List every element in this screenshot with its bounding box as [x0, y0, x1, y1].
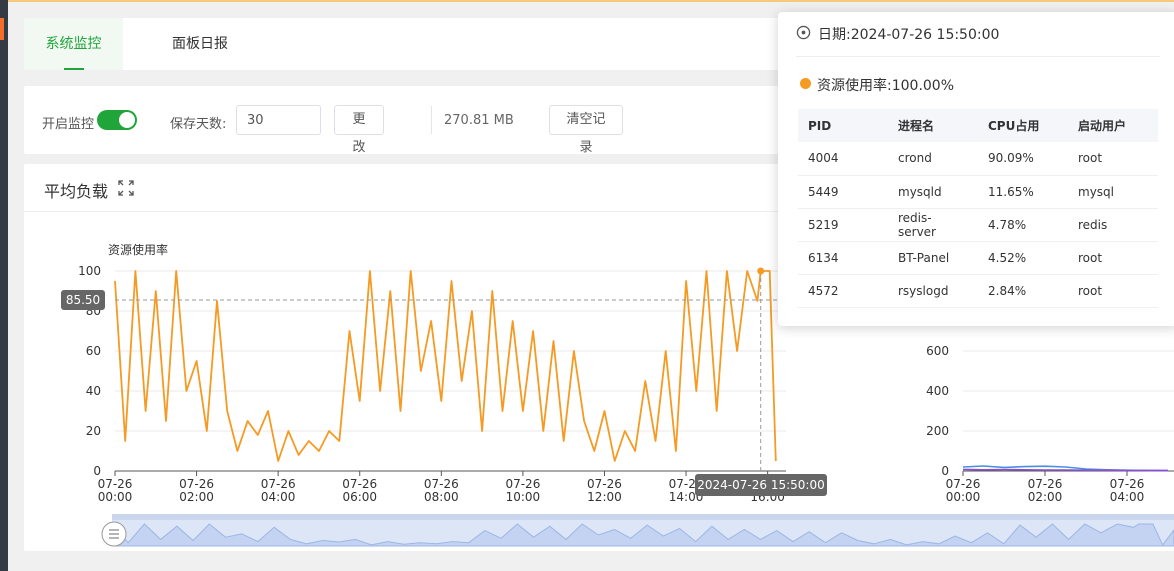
- user-cell: redis: [1068, 208, 1158, 242]
- retention-days-input[interactable]: [236, 105, 321, 135]
- col-pid: PID: [798, 109, 888, 142]
- tab-panel-daily-report[interactable]: 面板日报: [150, 18, 250, 70]
- divider: [431, 106, 432, 134]
- cpu-usage-cell: 11.65%: [978, 175, 1068, 209]
- storage-size-text: 270.81 MB: [444, 113, 514, 128]
- toggle-knob: [119, 112, 135, 128]
- pid-cell: 5449: [798, 175, 888, 209]
- cpu-usage-cell: 90.09%: [978, 142, 1068, 176]
- monitor-toggle-switch[interactable]: [97, 110, 137, 130]
- user-cell: mysql: [1068, 175, 1158, 209]
- pid-cell: 5219: [798, 208, 888, 242]
- cpu-usage-cell: 4.78%: [978, 208, 1068, 242]
- process-name-cell: mysqld: [888, 175, 978, 209]
- pid-cell: 6134: [798, 241, 888, 275]
- user-cell: root: [1068, 274, 1158, 308]
- table-row: 5449 mysqld 11.65% mysql: [798, 175, 1158, 209]
- user-cell: root: [1068, 142, 1158, 176]
- user-cell: root: [1068, 241, 1158, 275]
- tooltip-series-value: 100.00%: [891, 78, 955, 94]
- process-name-cell: crond: [888, 142, 978, 176]
- table-row: 4572 rsyslogd 2.84% root: [798, 274, 1158, 308]
- chart-tooltip: 日期:2024-07-26 15:50:00 资源使用率:100.00% PID…: [778, 12, 1174, 326]
- tooltip-date-label: 日期:: [818, 27, 851, 43]
- tab-system-monitor[interactable]: 系统监控: [24, 18, 123, 70]
- tooltip-date: 日期:2024-07-26 15:50:00: [818, 24, 999, 44]
- table-row: 4004 crond 90.09% root: [798, 142, 1158, 176]
- process-name-cell: BT-Panel: [888, 241, 978, 275]
- tooltip-date-value: 2024-07-26 15:50:00: [850, 27, 1000, 43]
- retention-days-label: 保存天数:: [170, 117, 227, 132]
- tooltip-divider: [796, 56, 1160, 57]
- series-color-dot: [800, 78, 811, 89]
- col-cpu-usage: CPU占用: [978, 109, 1068, 142]
- clear-records-button[interactable]: 清空记录: [549, 105, 623, 155]
- tooltip-series-name: 资源使用率:: [817, 78, 892, 94]
- process-name-cell: rsyslogd: [888, 274, 978, 308]
- col-user: 启动用户: [1068, 109, 1158, 142]
- col-process-name: 进程名: [888, 109, 978, 142]
- top-border: [8, 0, 1174, 2]
- monitor-toggle-label: 开启监控: [42, 117, 95, 132]
- process-name-cell: redis-server: [888, 208, 978, 242]
- app-sidebar-edge: [0, 0, 8, 571]
- cpu-usage-cell: 2.84%: [978, 274, 1068, 308]
- change-button[interactable]: 更改: [334, 105, 384, 155]
- fullscreen-icon[interactable]: [118, 180, 134, 196]
- tooltip-series: 资源使用率:100.00%: [817, 75, 954, 95]
- table-header-row: PID 进程名 CPU占用 启动用户: [798, 109, 1158, 142]
- table-row: 5219 redis-server 4.78% redis: [798, 208, 1158, 242]
- table-row: 6134 BT-Panel 4.52% root: [798, 241, 1158, 275]
- cpu-usage-cell: 4.52%: [978, 241, 1068, 275]
- sidebar-active-marker: [0, 18, 4, 40]
- pid-cell: 4004: [798, 142, 888, 176]
- process-table: PID 进程名 CPU占用 启动用户 4004 crond 90.09% root 54…: [798, 109, 1158, 308]
- panel-title: 平均负载: [44, 182, 109, 201]
- pid-cell: 4572: [798, 274, 888, 308]
- clock-icon: [796, 25, 811, 40]
